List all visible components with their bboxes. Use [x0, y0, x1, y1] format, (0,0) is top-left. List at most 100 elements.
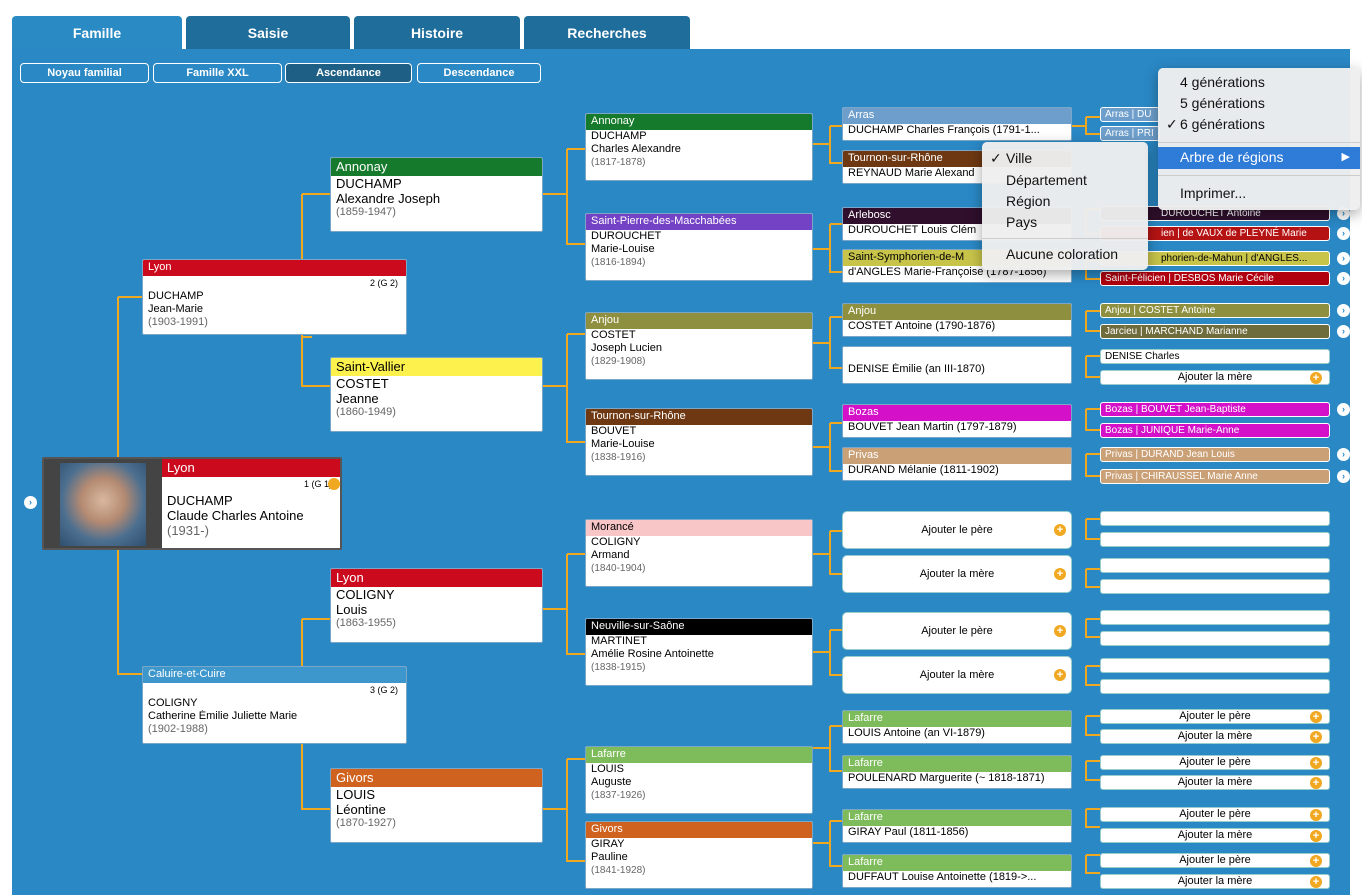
gen4-card[interactable]: Neuville-sur-Saône MARTINET Amélie Rosin… — [585, 618, 813, 686]
gen4-card[interactable]: Tournon-sur-Rhône BOUVET Marie-Louise (1… — [585, 408, 813, 476]
gen4-card[interactable]: Saint-Pierre-des-Macchabées DUROUCHET Ma… — [585, 213, 813, 281]
gen5-card[interactable]: Arras DUCHAMP Charles François (1791-1..… — [842, 107, 1072, 141]
add-icon[interactable]: + — [1310, 711, 1322, 723]
gen5-card[interactable]: Privas DURAND Mélanie (1811-1902) — [842, 447, 1072, 481]
gen4-surname: DUROUCHET — [591, 230, 662, 242]
chevron-left-icon[interactable]: › — [24, 496, 37, 509]
empty-ancestor-slot[interactable] — [1100, 532, 1330, 547]
add-icon[interactable]: + — [1310, 876, 1322, 888]
gen6-pill[interactable]: Bozas | JUNIQUE Marie-Anne — [1100, 423, 1330, 438]
expand-arrow-icon[interactable]: › — [1337, 272, 1350, 285]
add-mother-button[interactable]: Ajouter la mère — [1100, 874, 1330, 889]
add-icon[interactable]: + — [1310, 757, 1322, 769]
gen6-person[interactable]: DENISE Charles — [1100, 349, 1330, 364]
empty-ancestor-slot[interactable] — [1100, 579, 1330, 594]
gen4-card[interactable]: Givors GIRAY Pauline (1841-1928) — [585, 821, 813, 889]
gen4-card[interactable]: Morancé COLIGNY Armand (1840-1904) — [585, 519, 813, 587]
mother-card[interactable]: Caluire-et-Cuire 3 (G 2) COLIGNY Catheri… — [142, 666, 407, 744]
add-father-button[interactable]: Ajouter le père — [842, 511, 1072, 549]
empty-ancestor-slot[interactable] — [1100, 511, 1330, 526]
empty-ancestor-slot[interactable] — [1100, 558, 1330, 573]
gen6-pill[interactable]: Arras | DU — [1100, 107, 1160, 122]
add-father-button[interactable]: Ajouter le père — [1100, 853, 1330, 868]
expand-arrow-icon[interactable]: › — [1337, 325, 1350, 338]
expand-arrow-icon[interactable]: › — [1337, 304, 1350, 317]
root-person-card[interactable]: Lyon 1 (G 1) DUCHAMP Claude Charles Anto… — [42, 457, 342, 550]
menu-separator — [1158, 175, 1360, 176]
add-father-button[interactable]: Ajouter le père — [1100, 755, 1330, 770]
gen3-card[interactable]: Lyon COLIGNY Louis (1863-1955) — [330, 568, 543, 643]
empty-ancestor-slot[interactable] — [1100, 679, 1330, 694]
empty-ancestor-slot[interactable] — [1100, 610, 1330, 625]
menu-item-pays[interactable]: Pays — [1006, 214, 1037, 230]
add-mother-button[interactable]: Ajouter la mère — [1100, 828, 1330, 843]
gen3-card[interactable]: Saint-Vallier COSTET Jeanne (1860-1949) — [330, 357, 543, 432]
gen5-card[interactable]: Lafarre DUFFAUT Louise Antoinette (1819-… — [842, 854, 1072, 888]
gen3-dates: (1870-1927) — [336, 817, 396, 829]
gen6-pill[interactable]: Privas | CHIRAUSSEL Marie Anne — [1100, 469, 1330, 484]
gen4-given: Pauline — [591, 851, 628, 863]
add-icon[interactable]: + — [1310, 855, 1322, 867]
menu-item-imprimer[interactable]: Imprimer... — [1180, 185, 1246, 201]
gen6-pill[interactable]: Anjou | COSTET Antoine — [1100, 303, 1330, 318]
add-father-button[interactable]: Ajouter le père — [1100, 709, 1330, 724]
gen3-card[interactable]: Annonay DUCHAMP Alexandre Joseph (1859-1… — [330, 157, 543, 232]
gen4-card[interactable]: Lafarre LOUIS Auguste (1837-1926) — [585, 746, 813, 814]
gen6-pill[interactable]: Bozas | BOUVET Jean-Baptiste — [1100, 402, 1330, 417]
menu-item-ville[interactable]: Ville — [1006, 150, 1032, 166]
menu-item-arbre-de-regions[interactable]: Arbre de régions ▶ — [1158, 147, 1360, 169]
gen6-pill[interactable]: Saint-Félicien | DESBOS Marie Cécile — [1100, 271, 1330, 286]
menu-item-departement[interactable]: Département — [1006, 172, 1087, 188]
gen4-card[interactable]: Annonay DUCHAMP Charles Alexandre (1817-… — [585, 113, 813, 181]
add-icon[interactable]: + — [1310, 731, 1322, 743]
tab-histoire[interactable]: Histoire — [354, 16, 520, 49]
add-icon[interactable]: + — [1310, 777, 1322, 789]
gen4-card[interactable]: Anjou COSTET Joseph Lucien (1829-1908) — [585, 312, 813, 380]
gen4-dates: (1829-1908) — [591, 356, 646, 367]
expand-arrow-icon[interactable]: › — [1337, 252, 1350, 265]
father-card[interactable]: Lyon 2 (G 2) DUCHAMP Jean-Marie (1903-19… — [142, 259, 407, 335]
gen3-surname: COLIGNY — [336, 587, 395, 602]
expand-arrow-icon[interactable]: › — [1337, 448, 1350, 461]
gen5-person: DUCHAMP Charles François (1791-1... — [848, 124, 1040, 136]
add-icon[interactable]: + — [1310, 372, 1322, 384]
add-icon[interactable]: + — [1054, 568, 1066, 580]
add-mother-button[interactable]: Ajouter la mère — [1100, 775, 1330, 790]
empty-ancestor-slot[interactable] — [1100, 658, 1330, 673]
gen5-place: Lafarre — [843, 711, 1071, 727]
gen5-card[interactable]: DENISE Émilie (an III-1870) — [842, 346, 1072, 384]
add-icon[interactable]: + — [1054, 625, 1066, 637]
tab-famille[interactable]: Famille — [12, 16, 182, 49]
add-mother-button[interactable]: Ajouter la mère — [1100, 729, 1330, 744]
expand-arrow-icon[interactable]: › — [1337, 227, 1350, 240]
gen5-card[interactable]: Lafarre GIRAY Paul (1811-1856) — [842, 809, 1072, 843]
gen5-card[interactable]: Lafarre LOUIS Antoine (an VI-1879) — [842, 710, 1072, 744]
gen5-card[interactable]: Lafarre POULENARD Marguerite (~ 1818-187… — [842, 755, 1072, 789]
add-mother-button[interactable]: Ajouter la mère — [1100, 370, 1330, 385]
menu-item-5-generations[interactable]: 5 générations — [1180, 95, 1265, 111]
gen6-pill[interactable]: Jarcieu | MARCHAND Marianne — [1100, 324, 1330, 339]
add-mother-button[interactable]: Ajouter la mère — [842, 656, 1072, 694]
add-icon[interactable]: + — [1310, 809, 1322, 821]
add-father-button[interactable]: Ajouter le père — [1100, 807, 1330, 822]
add-mother-button[interactable]: Ajouter la mère — [842, 555, 1072, 593]
tab-recherches[interactable]: Recherches — [524, 16, 690, 49]
menu-item-aucune[interactable]: Aucune coloration — [1006, 246, 1118, 262]
add-icon[interactable]: + — [1054, 669, 1066, 681]
gen5-person: POULENARD Marguerite (~ 1818-1871) — [848, 772, 1045, 784]
add-icon[interactable]: + — [1310, 830, 1322, 842]
menu-item-region[interactable]: Région — [1006, 193, 1050, 209]
gen5-card[interactable]: Bozas BOUVET Jean Martin (1797-1879) — [842, 404, 1072, 438]
gen3-card[interactable]: Givors LOUIS Léontine (1870-1927) — [330, 768, 543, 843]
tab-saisie[interactable]: Saisie — [186, 16, 350, 49]
menu-item-4-generations[interactable]: 4 générations — [1180, 74, 1265, 90]
empty-ancestor-slot[interactable] — [1100, 631, 1330, 646]
gen6-pill[interactable]: Privas | DURAND Jean Louis — [1100, 447, 1330, 462]
expand-arrow-icon[interactable]: › — [1337, 470, 1350, 483]
expand-arrow-icon[interactable]: › — [1337, 403, 1350, 416]
menu-item-6-generations[interactable]: 6 générations — [1180, 116, 1265, 132]
add-father-button[interactable]: Ajouter le père — [842, 612, 1072, 650]
gen5-card[interactable]: Anjou COSTET Antoine (1790-1876) — [842, 303, 1072, 337]
gen6-pill[interactable]: Arras | PRI — [1100, 126, 1160, 141]
add-icon[interactable]: + — [1054, 524, 1066, 536]
